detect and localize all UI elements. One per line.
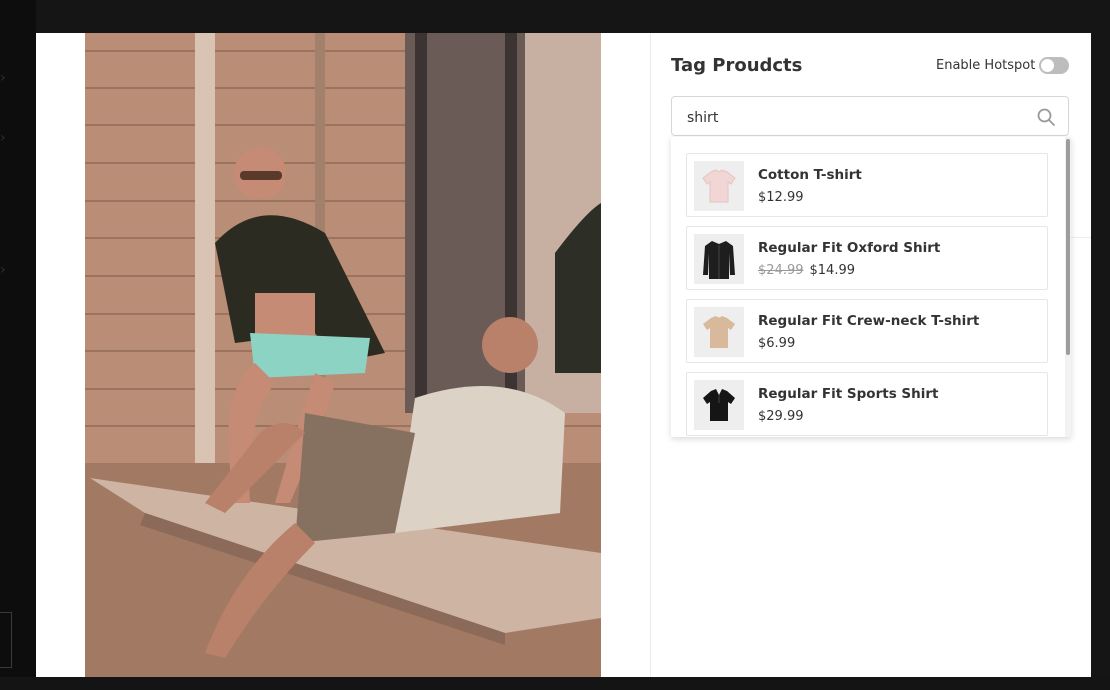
product-name: Regular Fit Oxford Shirt: [758, 240, 941, 256]
search-result-item[interactable]: Regular Fit Sports Shirt $29.99: [686, 372, 1048, 436]
product-price: $12.99: [758, 190, 804, 205]
search-results-dropdown[interactable]: Cotton T-shirt $12.99 Regular Fit Oxford…: [671, 137, 1071, 437]
search-icon[interactable]: [1036, 107, 1056, 127]
polo-icon: [703, 389, 735, 421]
backdrop-left: › › ›: [0, 0, 36, 690]
backdrop-bottom: [0, 677, 1110, 690]
panel-divider: [1071, 237, 1091, 238]
enable-hotspot-toggle[interactable]: [1039, 57, 1069, 74]
backdrop-glyph: ›: [0, 70, 6, 86]
results-scrollbar[interactable]: [1065, 137, 1071, 437]
photo-illustration: [85, 33, 601, 677]
product-photo[interactable]: [85, 33, 601, 677]
product-price-row: $29.99: [758, 409, 804, 424]
search-result-item[interactable]: Cotton T-shirt $12.99: [686, 153, 1048, 217]
backdrop-glyph: ›: [0, 130, 6, 146]
product-name: Regular Fit Sports Shirt: [758, 386, 939, 402]
product-thumbnail: [694, 234, 744, 284]
enable-hotspot-label: Enable Hotspot: [936, 58, 1036, 73]
product-thumbnail: [694, 307, 744, 357]
product-thumbnail: [694, 380, 744, 430]
scrollbar-thumb[interactable]: [1066, 139, 1070, 355]
product-price-row: $6.99: [758, 336, 795, 351]
product-search-box: [671, 96, 1069, 136]
product-old-price: $24.99: [758, 263, 804, 278]
search-result-item[interactable]: Regular Fit Crew-neck T-shirt $6.99: [686, 299, 1048, 363]
tshirt-icon: [702, 169, 736, 203]
product-search-input[interactable]: [685, 106, 1029, 130]
tag-products-modal: Tag Proudcts Enable Hotspot Cotton T-shi…: [36, 33, 1091, 677]
backdrop-top: [0, 0, 1110, 33]
search-result-item[interactable]: Regular Fit Oxford Shirt $24.99 $14.99: [686, 226, 1048, 290]
product-price-row: $24.99 $14.99: [758, 263, 855, 278]
panel-title: Tag Proudcts: [671, 55, 803, 76]
tshirt-icon: [703, 316, 735, 348]
product-name: Regular Fit Crew-neck T-shirt: [758, 313, 980, 329]
product-name: Cotton T-shirt: [758, 167, 862, 183]
pane-divider: [650, 33, 651, 677]
product-price: $14.99: [809, 263, 856, 278]
product-price: $6.99: [758, 336, 796, 351]
toggle-knob: [1041, 59, 1054, 72]
product-price: $29.99: [758, 409, 804, 424]
product-thumbnail: [694, 161, 744, 211]
backdrop-glyph: ›: [0, 262, 6, 278]
backdrop-panel-edge: [0, 612, 12, 668]
product-price-row: $12.99: [758, 190, 804, 205]
shirt-icon: [703, 241, 735, 279]
